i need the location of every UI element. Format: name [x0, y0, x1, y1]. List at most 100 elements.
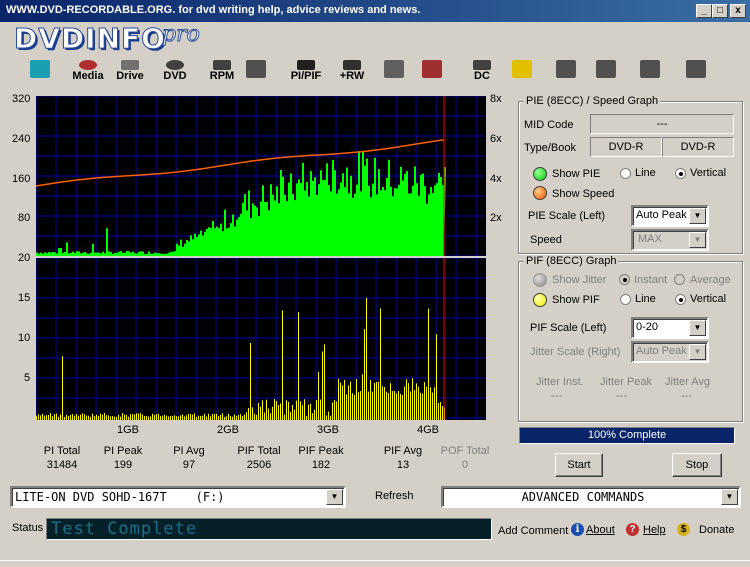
pie-scale-label: PIE Scale (Left) [528, 210, 606, 222]
pie-line-label[interactable]: Line [635, 167, 656, 179]
show-speed-label[interactable]: Show Speed [552, 188, 614, 200]
toolbar-monitor-button[interactable] [28, 60, 52, 88]
stat-label: PIF Avg [383, 445, 423, 457]
dvd-icon [166, 60, 184, 70]
pie-color-icon[interactable] [533, 167, 547, 181]
toolbar-drive-button[interactable]: Drive [110, 60, 150, 88]
speed-color-icon[interactable] [533, 186, 547, 200]
y-tick-15: 15 [18, 292, 31, 304]
app-logo-pro: pro [162, 22, 201, 48]
rpm-icon [213, 60, 231, 70]
add-comment-button[interactable]: Add Comment [498, 525, 568, 537]
toolbar-media-button[interactable]: Media [68, 60, 108, 88]
x-tick-3gb: 3GB [317, 424, 340, 436]
toolbar-rw-button[interactable]: +RW [332, 60, 372, 88]
chevron-down-icon[interactable]: ▼ [689, 320, 706, 336]
speed-tick-4x: 4x [490, 173, 502, 185]
type-book-label: Type/Book [524, 142, 576, 154]
jitter-color-icon[interactable] [533, 273, 547, 287]
pause-icon [640, 60, 660, 78]
status-text: Test Complete [51, 519, 198, 539]
y-tick-80: 80 [18, 212, 31, 224]
help-icon[interactable]: ? [626, 523, 639, 536]
stat-label: PI Total [43, 445, 81, 457]
close-button[interactable]: x [730, 4, 746, 18]
toolbar-camera-button[interactable] [554, 60, 578, 88]
stat-value: 199 [113, 459, 133, 471]
stat-value: 2506 [246, 459, 272, 471]
pie-scale-value: Auto Peak [636, 209, 687, 221]
toolbar-rpm-label: RPM [209, 70, 235, 82]
show-jitter-label[interactable]: Show Jitter [552, 274, 606, 286]
y-tick-5: 5 [24, 372, 31, 384]
pie-group-title: PIE (8ECC) / Speed Graph [524, 95, 661, 107]
scan-icon [246, 60, 266, 78]
start-button[interactable]: Start [555, 453, 603, 477]
donate-link[interactable]: Donate [699, 524, 734, 536]
stop-button[interactable]: Stop [672, 453, 722, 477]
chevron-down-icon[interactable]: ▼ [689, 232, 706, 248]
clipboard-icon [512, 60, 532, 78]
toolbar-rpm-button[interactable]: RPM [202, 60, 242, 88]
show-pie-label[interactable]: Show PIE [552, 168, 600, 180]
toolbar-pause-button[interactable] [638, 60, 662, 88]
pie-vertical-label[interactable]: Vertical [690, 167, 726, 179]
type-value: DVD-R [590, 137, 662, 157]
speed-value: MAX [638, 233, 662, 245]
maximize-button[interactable]: □ [712, 4, 728, 18]
toolbar-pipif-button[interactable]: PI/PIF [286, 60, 326, 88]
chevron-down-icon[interactable]: ▼ [689, 208, 706, 224]
toolbar-scan-button[interactable] [244, 60, 268, 88]
jitter-average-label[interactable]: Average [690, 274, 731, 286]
help-link[interactable]: Help [643, 524, 666, 536]
stat-label: PI Peak [103, 445, 143, 457]
y-tick-320: 320 [12, 93, 31, 105]
toolbar-disc-edit-button[interactable] [420, 60, 444, 88]
advanced-commands-select[interactable]: ADVANCED COMMANDS ▼ [441, 486, 741, 508]
drive-icon [121, 60, 139, 70]
pie-vertical-radio[interactable] [675, 168, 686, 179]
disc-tool-icon [384, 60, 404, 78]
pif-scale-select[interactable]: 0-20 ▼ [631, 317, 709, 339]
chevron-down-icon[interactable]: ▼ [689, 344, 706, 360]
stat-value: 31484 [46, 459, 78, 471]
app-logo: DVDINFO [14, 22, 166, 56]
mid-code-value: --- [590, 114, 734, 134]
progress-bar: 100% Complete [519, 427, 735, 444]
show-pif-label[interactable]: Show PIF [552, 294, 600, 306]
speed-select[interactable]: MAX ▼ [631, 229, 709, 251]
y-tick-10: 10 [18, 332, 31, 344]
chevron-down-icon[interactable]: ▼ [721, 489, 738, 505]
toolbar-clipboard-button[interactable] [510, 60, 534, 88]
minimize-button[interactable]: _ [696, 4, 712, 18]
pif-line-radio[interactable] [620, 294, 631, 305]
pif-vertical-radio[interactable] [675, 294, 686, 305]
stat-value: 182 [311, 459, 331, 471]
rw-icon [343, 60, 361, 70]
progress-text: 100% Complete [587, 429, 667, 441]
speed-label: Speed [530, 234, 562, 246]
toolbar-dvd-button[interactable]: DVD [155, 60, 195, 88]
about-link[interactable]: About [586, 524, 615, 536]
pie-line-radio[interactable] [620, 168, 631, 179]
pif-vertical-label[interactable]: Vertical [690, 293, 726, 305]
toolbar-notes-button[interactable] [594, 60, 618, 88]
pif-color-icon[interactable] [533, 293, 547, 307]
toolbar-dc-button[interactable]: DC [462, 60, 502, 88]
pie-scale-select[interactable]: Auto Peak ▼ [631, 205, 709, 227]
donate-icon[interactable]: $ [677, 523, 690, 536]
pif-line-label[interactable]: Line [635, 293, 656, 305]
camera-icon [556, 60, 576, 78]
chevron-down-icon[interactable]: ▼ [326, 489, 343, 505]
jitter-inst-label: Jitter Inst. [536, 376, 584, 388]
drive-select[interactable]: LITE-ON DVD SOHD-167T (F:) ▼ [10, 486, 346, 508]
toolbar-stop-button[interactable] [684, 60, 708, 88]
jitter-scale-select[interactable]: Auto Peak ▼ [631, 341, 709, 363]
jitter-instant-radio[interactable] [619, 274, 630, 285]
toolbar-disc-tool-button[interactable] [382, 60, 406, 88]
jitter-avg-value: --- [681, 390, 692, 402]
refresh-button[interactable]: Refresh [375, 490, 414, 502]
jitter-average-radio[interactable] [674, 274, 685, 285]
jitter-instant-label[interactable]: Instant [634, 274, 667, 286]
info-icon[interactable]: i [571, 523, 584, 536]
